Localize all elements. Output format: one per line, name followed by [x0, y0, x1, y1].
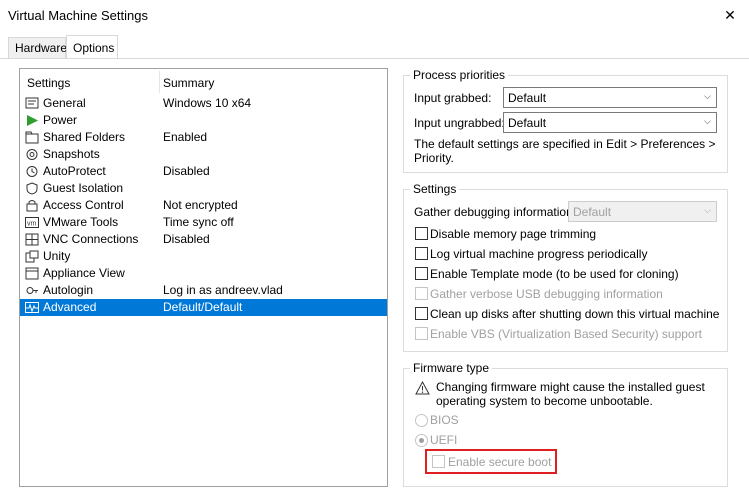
list-header: Settings Summary [20, 69, 387, 96]
tab-strip: Hardware Options [0, 35, 749, 59]
settings-list[interactable]: Settings Summary General Windows 10 x64 … [19, 68, 388, 487]
tab-hardware[interactable]: Hardware [8, 37, 67, 58]
window-title: Virtual Machine Settings [8, 8, 148, 23]
input-ungrabbed-select[interactable]: Default ⌵ [503, 112, 717, 133]
firmware-warning-line1: Changing firmware might cause the instal… [436, 380, 705, 394]
summary-column-header[interactable]: Summary [163, 76, 214, 90]
tab-options[interactable]: Options [66, 35, 118, 58]
gather-debugging-select[interactable]: Default ⌵ [568, 201, 717, 222]
enable-vbs-label: Enable VBS (Virtualization Based Securit… [430, 327, 702, 341]
autoprotect-icon [25, 165, 39, 178]
chevron-down-icon: ⌵ [704, 91, 711, 101]
verbose-usb-label: Gather verbose USB debugging information [430, 287, 663, 301]
firmware-warning-line2: operating system to become unbootable. [436, 394, 653, 408]
bios-label: BIOS [430, 413, 459, 427]
process-priorities-title: Process priorities [410, 68, 509, 82]
appliance-view-icon [25, 267, 39, 280]
list-item[interactable]: General Windows 10 x64 [20, 95, 387, 112]
settings-group-title: Settings [410, 182, 460, 196]
title-bar: Virtual Machine Settings ✕ [0, 0, 749, 31]
uefi-label: UEFI [430, 433, 458, 447]
list-item[interactable]: vm VMware Tools Time sync off [20, 214, 387, 231]
list-item[interactable]: Autologin Log in as andreev.vlad [20, 282, 387, 299]
input-grabbed-label: Input grabbed: [414, 91, 492, 105]
clean-up-disks-label: Clean up disks after shutting down this … [430, 307, 720, 321]
vnc-connections-icon [25, 233, 39, 246]
svg-text:vm: vm [27, 221, 37, 228]
uefi-radio[interactable] [415, 434, 428, 447]
shared-folders-icon [25, 131, 39, 144]
highlight-box [425, 449, 557, 474]
vmware-tools-icon: vm [25, 216, 39, 229]
list-item[interactable]: Guest Isolation [20, 180, 387, 197]
disable-memory-trimming-label: Disable memory page trimming [430, 227, 597, 241]
list-item[interactable]: Snapshots [20, 146, 387, 163]
chevron-down-icon: ⌵ [704, 116, 711, 126]
guest-isolation-icon [25, 182, 39, 195]
list-item[interactable]: Unity [20, 248, 387, 265]
template-mode-label: Enable Template mode (to be used for clo… [430, 267, 679, 281]
priority-note-line2: Priority. [414, 151, 454, 165]
general-icon [25, 97, 39, 110]
priority-note-line1: The default settings are specified in Ed… [414, 137, 716, 151]
power-icon [25, 114, 39, 127]
autologin-icon [25, 284, 39, 297]
access-control-icon [25, 199, 39, 212]
verbose-usb-checkbox[interactable] [415, 287, 428, 300]
list-item[interactable]: Appliance View [20, 265, 387, 282]
snapshots-icon [25, 148, 39, 161]
close-icon[interactable]: ✕ [718, 3, 742, 27]
template-mode-checkbox[interactable] [415, 267, 428, 280]
list-item-selected[interactable]: Advanced Default/Default [20, 299, 387, 316]
enable-vbs-checkbox[interactable] [415, 327, 428, 340]
unity-icon [25, 250, 39, 263]
list-item[interactable]: AutoProtect Disabled [20, 163, 387, 180]
list-item[interactable]: Power [20, 112, 387, 129]
list-item[interactable]: Shared Folders Enabled [20, 129, 387, 146]
column-divider [159, 71, 160, 93]
input-ungrabbed-label: Input ungrabbed: [414, 116, 505, 130]
log-progress-checkbox[interactable] [415, 247, 428, 260]
settings-column-header[interactable]: Settings [27, 76, 70, 90]
bios-radio[interactable] [415, 414, 428, 427]
disable-memory-trimming-checkbox[interactable] [415, 227, 428, 240]
gather-debugging-label: Gather debugging information: [414, 205, 577, 219]
firmware-type-title: Firmware type [410, 361, 493, 375]
log-progress-label: Log virtual machine progress periodicall… [430, 247, 648, 261]
clean-up-disks-checkbox[interactable] [415, 307, 428, 320]
advanced-icon [25, 301, 39, 314]
chevron-down-icon: ⌵ [704, 205, 711, 215]
list-item[interactable]: VNC Connections Disabled [20, 231, 387, 248]
list-item[interactable]: Access Control Not encrypted [20, 197, 387, 214]
input-grabbed-select[interactable]: Default ⌵ [503, 87, 717, 108]
warning-icon [415, 380, 430, 398]
